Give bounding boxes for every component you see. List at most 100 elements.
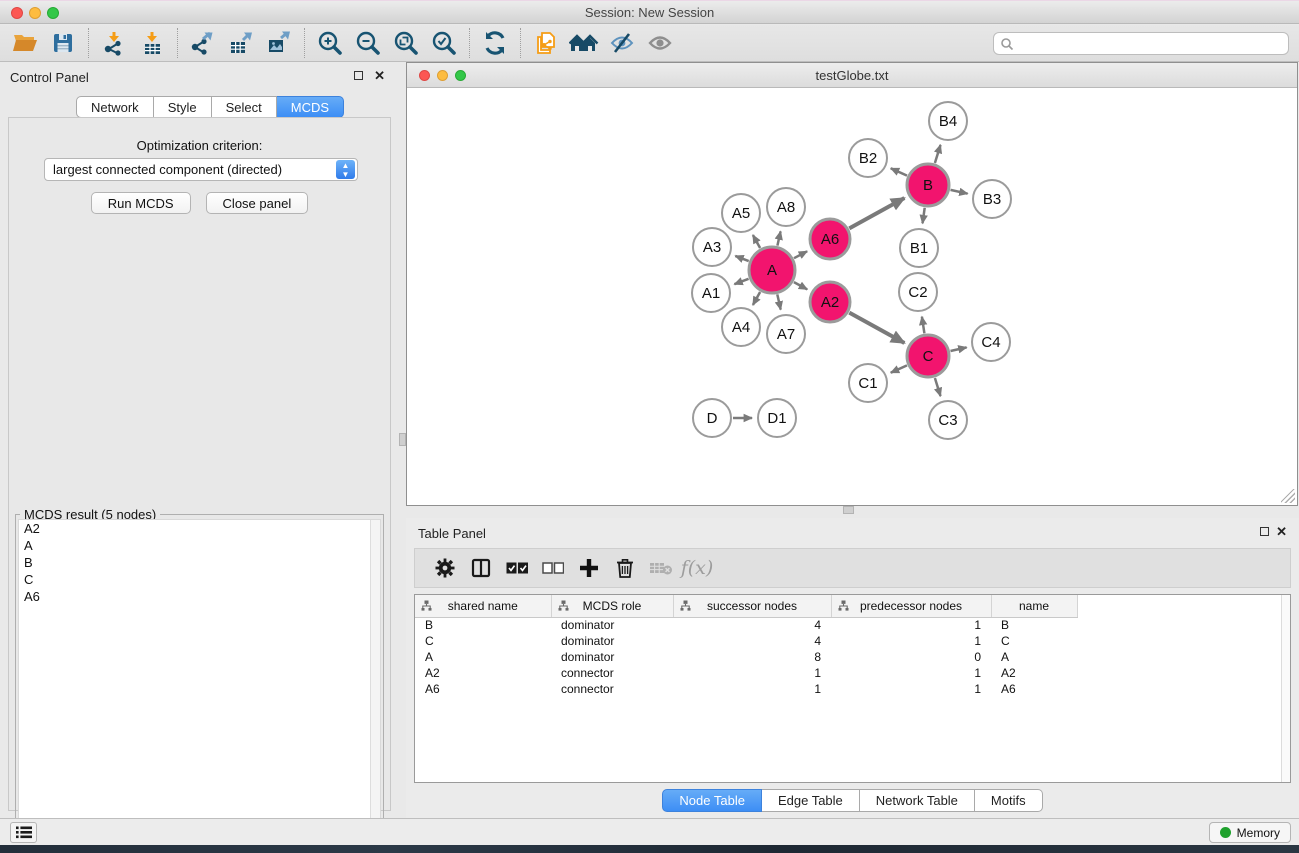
save-session-button[interactable]	[44, 27, 82, 59]
zoom-selected-button[interactable]	[425, 27, 463, 59]
search-input[interactable]	[1014, 35, 1288, 53]
graph-edge-A-A8[interactable]	[777, 231, 780, 245]
graph-edge-B-B3[interactable]	[951, 190, 968, 194]
run-mcds-button[interactable]: Run MCDS	[91, 192, 191, 214]
table-settings-button[interactable]	[427, 553, 463, 583]
table-cell[interactable]: A2	[415, 665, 551, 681]
tab-network-table[interactable]: Network Table	[860, 789, 975, 812]
table-row[interactable]: Adominator80A	[415, 649, 1285, 665]
table-cell[interactable]: 1	[673, 681, 831, 697]
delete-table-button[interactable]	[643, 553, 679, 583]
select-all-columns-button[interactable]	[499, 553, 535, 583]
graph-edge-A-A3[interactable]	[735, 256, 748, 261]
mcds-result-item[interactable]: A6	[19, 588, 380, 605]
table-row[interactable]: Cdominator41C	[415, 633, 1285, 649]
search-field[interactable]	[993, 32, 1289, 55]
export-image-button[interactable]	[260, 27, 298, 59]
tab-style[interactable]: Style	[154, 96, 212, 118]
tab-mcds[interactable]: MCDS	[277, 96, 344, 118]
table-cell[interactable]: connector	[551, 665, 673, 681]
graph-edge-B-B2[interactable]	[891, 168, 907, 175]
table-cell[interactable]: 1	[831, 681, 991, 697]
graph-edge-C-C4[interactable]	[951, 347, 967, 351]
table-cell[interactable]: C	[415, 633, 551, 649]
graph-edge-A-A1[interactable]	[734, 279, 748, 284]
unselect-all-columns-button[interactable]	[535, 553, 571, 583]
export-table-button[interactable]	[222, 27, 260, 59]
float-panel-icon[interactable]	[354, 71, 363, 80]
graph-edge-A6-B[interactable]	[849, 198, 904, 228]
table-cell[interactable]: 1	[831, 633, 991, 649]
table-cell[interactable]: 1	[673, 665, 831, 681]
table-cell[interactable]: B	[991, 617, 1077, 633]
table-cell[interactable]: 1	[831, 617, 991, 633]
table-cell[interactable]: dominator	[551, 633, 673, 649]
column-header-mcds-role[interactable]: MCDS role	[551, 595, 673, 617]
export-network-button[interactable]	[184, 27, 222, 59]
table-scrollbar[interactable]	[1281, 595, 1290, 782]
open-session-button[interactable]	[6, 27, 44, 59]
create-column-button[interactable]	[571, 553, 607, 583]
show-columns-button[interactable]	[463, 553, 499, 583]
window-resize-grip[interactable]	[1281, 489, 1295, 503]
table-cell[interactable]: dominator	[551, 617, 673, 633]
table-cell[interactable]: dominator	[551, 649, 673, 665]
table-cell[interactable]: A	[415, 649, 551, 665]
result-list-scrollbar[interactable]	[370, 520, 380, 850]
graph-edge-C-C3[interactable]	[935, 378, 941, 396]
horizontal-split-grip[interactable]	[843, 506, 854, 514]
vertical-split-grip[interactable]	[399, 433, 406, 446]
tab-network[interactable]: Network	[76, 96, 154, 118]
table-cell[interactable]: A2	[991, 665, 1077, 681]
graph-edge-B-B4[interactable]	[935, 145, 941, 163]
zoom-out-button[interactable]	[349, 27, 387, 59]
delete-column-button[interactable]	[607, 553, 643, 583]
column-header-predecessor-nodes[interactable]: predecessor nodes	[831, 595, 991, 617]
table-cell[interactable]: 4	[673, 633, 831, 649]
column-header-shared-name[interactable]: shared name	[415, 595, 551, 617]
table-cell[interactable]: 4	[673, 617, 831, 633]
table-row[interactable]: Bdominator41B	[415, 617, 1285, 633]
function-builder-button[interactable]: f(x)	[679, 553, 715, 583]
criterion-dropdown[interactable]: largest connected component (directed) ▲…	[44, 158, 358, 181]
zoom-fit-button[interactable]	[387, 27, 425, 59]
table-row[interactable]: A2connector11A2	[415, 665, 1285, 681]
tab-edge-table[interactable]: Edge Table	[762, 789, 860, 812]
table-cell[interactable]: 8	[673, 649, 831, 665]
close-table-panel-icon[interactable]: ✕	[1276, 524, 1287, 540]
graph-edge-B-B1[interactable]	[923, 208, 925, 224]
graph-edge-A-A2[interactable]	[794, 282, 807, 289]
memory-button[interactable]: Memory	[1209, 822, 1291, 843]
table-cell[interactable]: 0	[831, 649, 991, 665]
table-cell[interactable]: 1	[831, 665, 991, 681]
graph-edge-C-C1[interactable]	[891, 365, 907, 372]
column-header-successor-nodes[interactable]: successor nodes	[673, 595, 831, 617]
first-neighbors-button[interactable]	[565, 27, 603, 59]
table-row[interactable]: A6connector11A6	[415, 681, 1285, 697]
tab-motifs[interactable]: Motifs	[975, 789, 1043, 812]
show-all-button[interactable]	[641, 27, 679, 59]
float-table-panel-icon[interactable]	[1260, 527, 1269, 536]
table-cell[interactable]: C	[991, 633, 1077, 649]
import-table-button[interactable]	[133, 27, 171, 59]
mcds-result-item[interactable]: A	[19, 537, 380, 554]
graph-edge-C-C2[interactable]	[922, 317, 925, 334]
mcds-result-item[interactable]: A2	[19, 520, 380, 537]
column-header-name[interactable]: name	[991, 595, 1077, 617]
graph-edge-A2-C[interactable]	[849, 313, 904, 343]
close-panel-icon[interactable]: ✕	[374, 68, 385, 84]
table-cell[interactable]: connector	[551, 681, 673, 697]
network-canvas[interactable]: AA1A2A3A4A5A6A7A8BB1B2B3B4CC1C2C3C4DD1	[407, 89, 1297, 505]
apply-layout-button[interactable]	[476, 27, 514, 59]
mcds-result-item[interactable]: C	[19, 571, 380, 588]
close-panel-button[interactable]: Close panel	[206, 192, 309, 214]
table-cell[interactable]: A6	[415, 681, 551, 697]
new-network-from-selection-button[interactable]	[527, 27, 565, 59]
hide-selected-button[interactable]	[603, 27, 641, 59]
import-network-button[interactable]	[95, 27, 133, 59]
show-task-history-button[interactable]	[10, 822, 37, 843]
graph-edge-A-A4[interactable]	[753, 292, 760, 305]
tab-node-table[interactable]: Node Table	[662, 789, 762, 812]
table-cell[interactable]: A6	[991, 681, 1077, 697]
table-cell[interactable]: B	[415, 617, 551, 633]
